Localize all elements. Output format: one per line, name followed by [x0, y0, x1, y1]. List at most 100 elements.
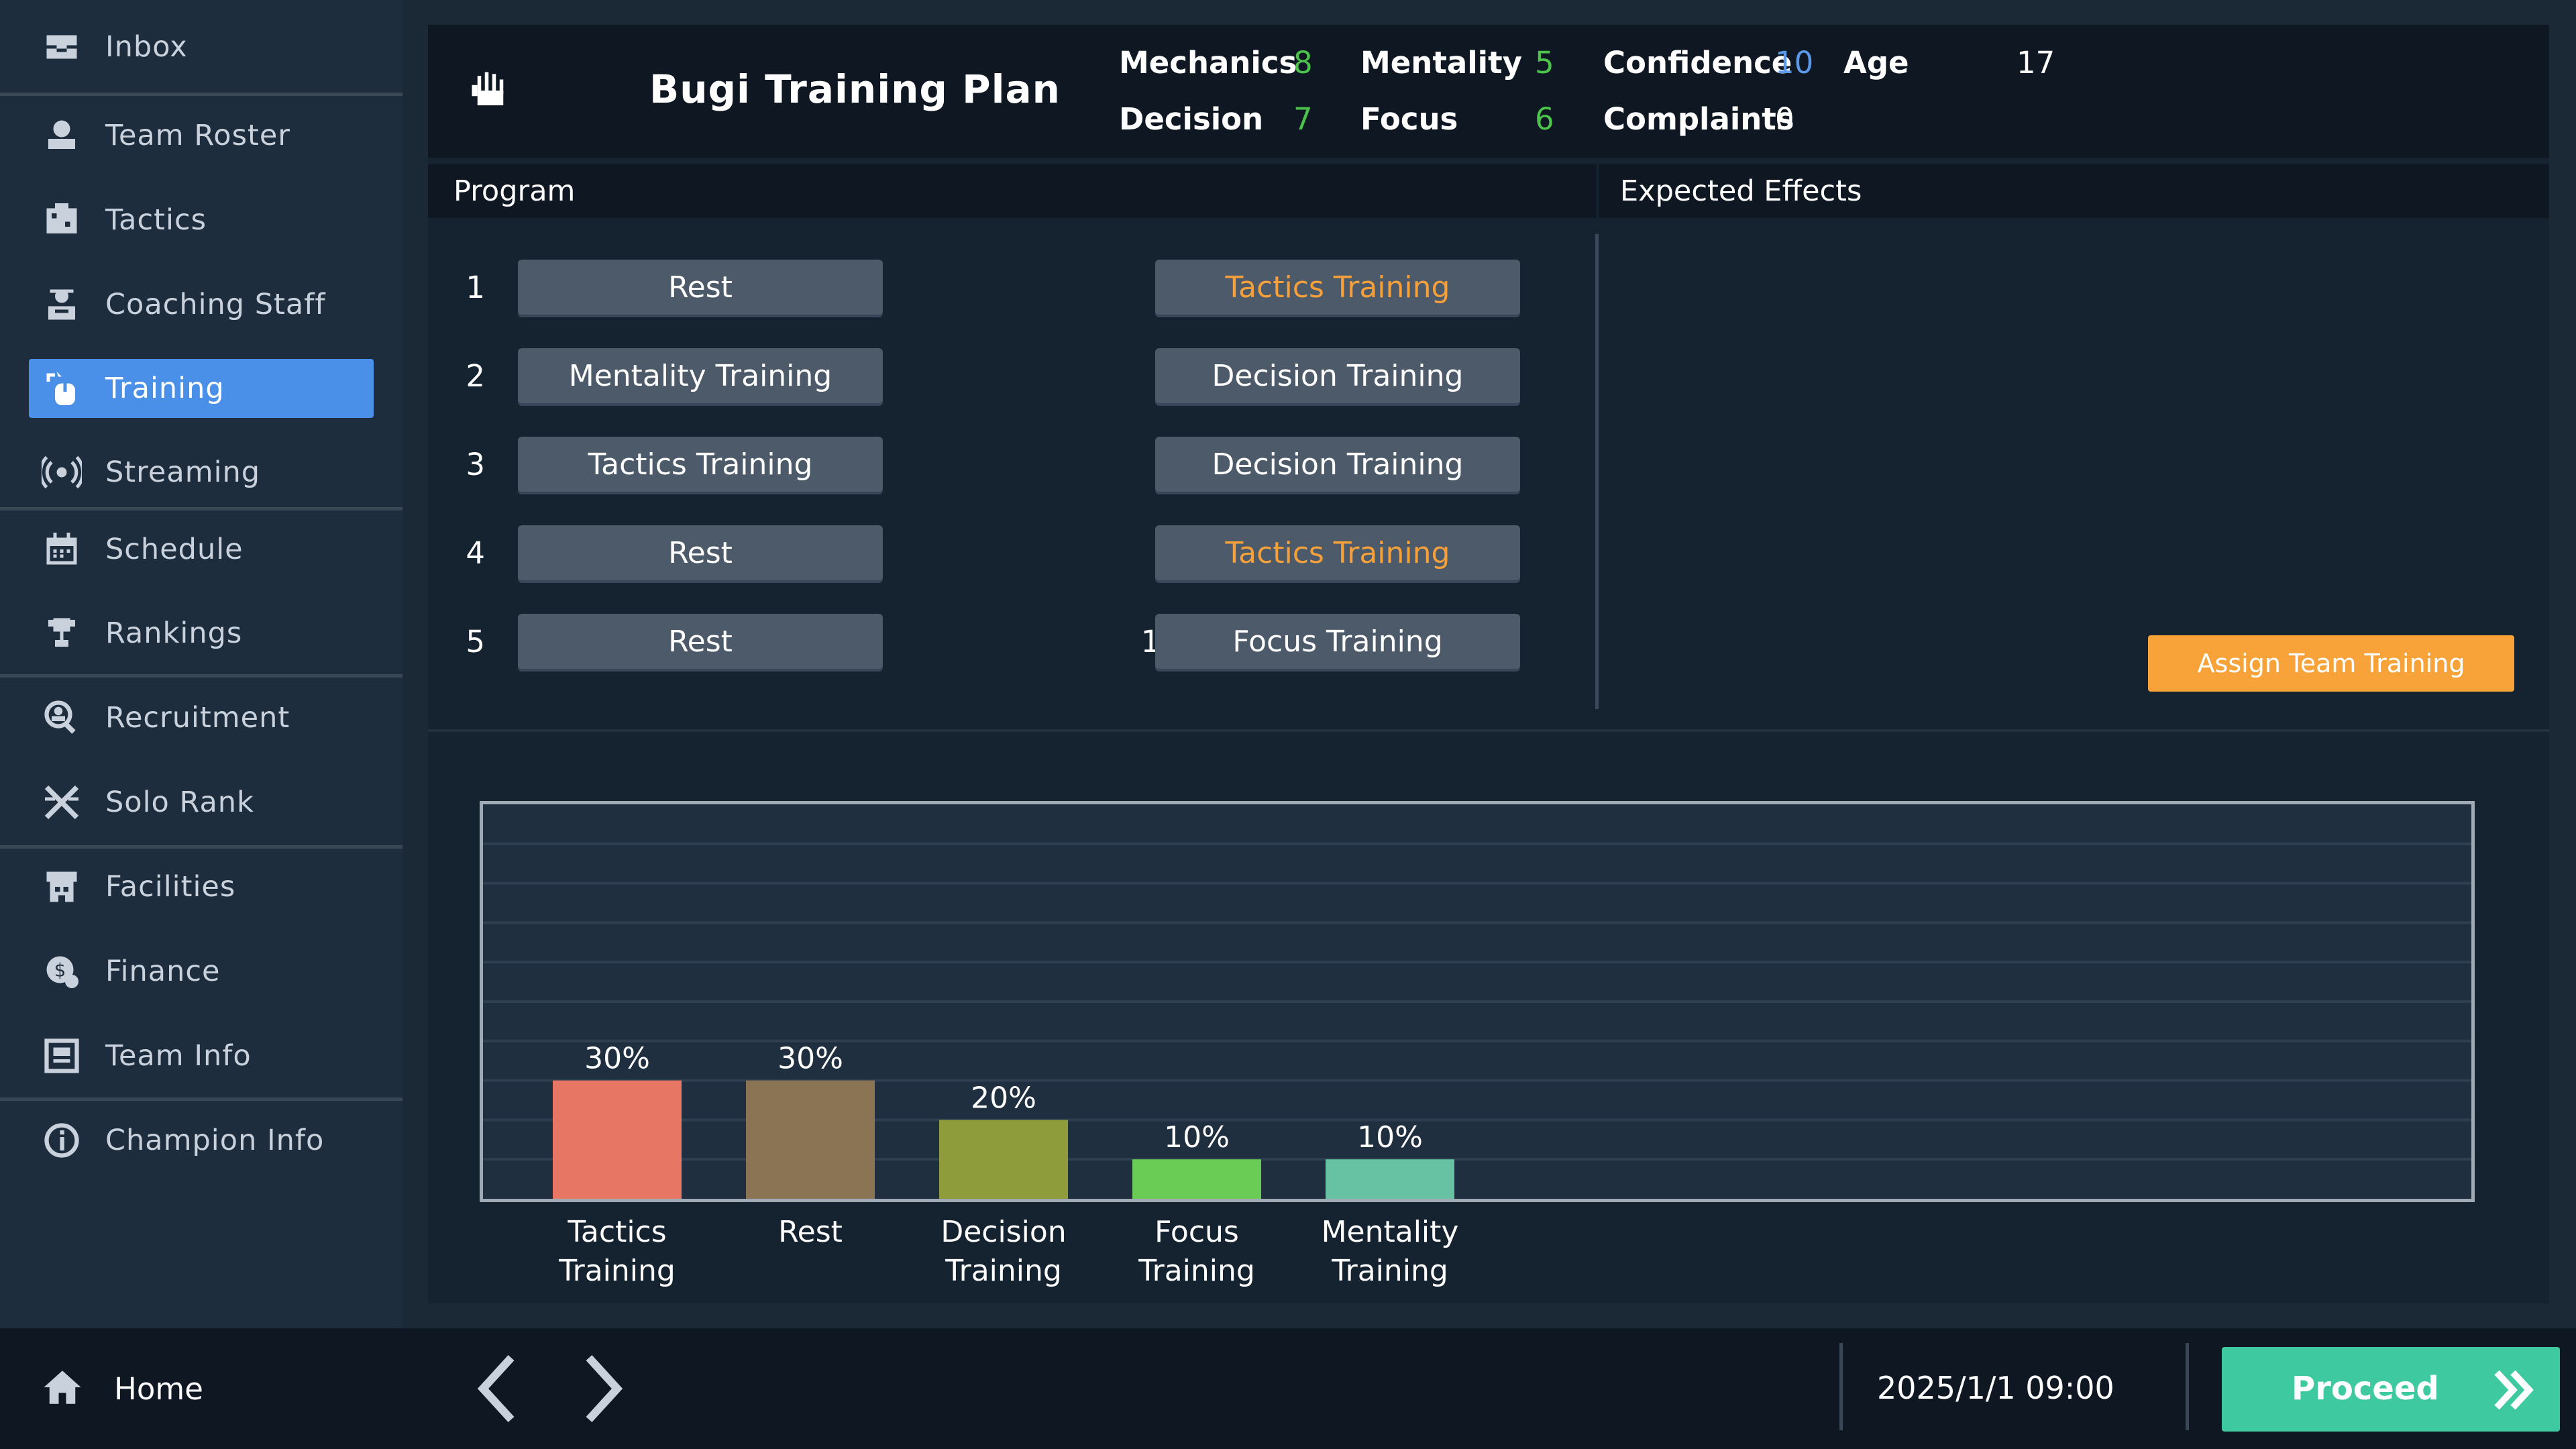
stat-decision-value: 7: [1293, 101, 1313, 137]
player-header: Bugi Training Plan Mechanics 8 Mentality…: [428, 25, 2549, 158]
sidebar-item-coaching-staff[interactable]: Coaching Staff: [29, 275, 374, 334]
training-distribution-chart: 30% 30% 20% 10% 10%: [480, 801, 2475, 1202]
slot-7-select[interactable]: Decision Training: [1155, 348, 1520, 403]
sidebar-item-label: Champion Info: [105, 1124, 325, 1157]
stat-focus-value: 6: [1535, 101, 1554, 137]
coach-icon: [41, 284, 83, 325]
stat-age-value: 17: [2017, 45, 2055, 80]
crossed-swords-icon: [41, 782, 83, 823]
sidebar-item-label: Training: [105, 372, 225, 405]
chart-data-label: 20%: [971, 1081, 1036, 1115]
stat-complaints-value: 0: [1775, 101, 1794, 137]
chevron-right-icon: [569, 1354, 636, 1432]
slot-1-select[interactable]: Rest: [518, 260, 883, 315]
stat-mentality-value: 5: [1535, 45, 1554, 80]
sidebar-item-schedule[interactable]: Schedule: [29, 520, 374, 579]
expected-effects-heading: Expected Effects: [1599, 164, 2549, 218]
game-datetime: 2025/1/1 09:00: [1877, 1370, 2114, 1406]
sidebar-item-facilities[interactable]: Facilities: [29, 857, 374, 916]
sidebar-item-label: Team Info: [105, 1039, 252, 1073]
chart-data-label: 10%: [1357, 1120, 1423, 1155]
home-icon: [40, 1365, 85, 1412]
chevron-left-icon: [464, 1354, 531, 1432]
slot-2-select[interactable]: Mentality Training: [518, 348, 883, 403]
stat-decision-label: Decision: [1119, 101, 1264, 137]
stat-focus-label: Focus: [1360, 101, 1458, 137]
chart-plot-area: 30% 30% 20% 10% 10%: [483, 842, 2471, 1199]
bottom-divider: [2186, 1343, 2189, 1430]
chart-category-label: Decision Training: [941, 1215, 1067, 1288]
chart-gridline: [483, 961, 2471, 964]
section-divider: [428, 729, 2549, 732]
sidebar-item-team-roster[interactable]: Team Roster: [29, 106, 374, 165]
stat-confidence-label: Confidence: [1603, 45, 1792, 80]
slot-4-select[interactable]: Rest: [518, 525, 883, 580]
chart-bar: [1132, 1159, 1261, 1199]
assign-team-training-button[interactable]: Assign Team Training: [2148, 635, 2514, 692]
sidebar-divider: [0, 845, 402, 849]
chart-bar: [553, 1080, 682, 1199]
search-person-icon: [41, 697, 83, 739]
chart-data-label: 10%: [1164, 1120, 1230, 1155]
sidebar-item-label: Finance: [105, 955, 221, 988]
broadcast-icon: [41, 451, 83, 493]
proceed-label: Proceed: [2292, 1370, 2439, 1407]
chart-data-label: 30%: [777, 1042, 843, 1076]
previous-button[interactable]: [464, 1348, 531, 1429]
stat-age-label: Age: [1843, 45, 1909, 80]
slot-5-select[interactable]: Rest: [518, 614, 883, 669]
sidebar-item-finance[interactable]: $ Finance: [29, 942, 374, 1001]
double-chevron-right-icon: [2490, 1366, 2538, 1414]
sidebar-item-champion-info[interactable]: Champion Info: [29, 1111, 374, 1170]
sidebar-item-label: Rankings: [105, 616, 243, 650]
sidebar-item-label: Coaching Staff: [105, 288, 326, 321]
home-button[interactable]: Home: [40, 1355, 203, 1422]
slot-3-select[interactable]: Tactics Training: [518, 437, 883, 492]
coin-icon: $: [41, 951, 83, 992]
sidebar-item-tactics[interactable]: Tactics: [29, 191, 374, 250]
mouse-icon: [41, 368, 83, 409]
sidebar-item-label: Streaming: [105, 455, 261, 489]
bottom-divider: [1839, 1343, 1843, 1430]
sidebar-item-streaming[interactable]: Streaming: [29, 443, 374, 502]
slot-number: 4: [466, 535, 485, 571]
building-icon: [41, 866, 83, 908]
slot-9-select[interactable]: Tactics Training: [1155, 525, 1520, 580]
sidebar-item-rankings[interactable]: Rankings: [29, 604, 374, 663]
slot-6-select[interactable]: Tactics Training: [1155, 260, 1520, 315]
sidebar-item-label: Solo Rank: [105, 786, 254, 819]
sidebar-item-label: Tactics: [105, 203, 207, 237]
slot-10-select[interactable]: Focus Training: [1155, 614, 1520, 669]
chart-gridline: [483, 1000, 2471, 1003]
stat-confidence-value: 10: [1775, 45, 1814, 80]
chart-data-label: 30%: [584, 1042, 650, 1076]
bottom-bar: Home 2025/1/1 09:00 Proceed: [0, 1328, 2576, 1449]
sidebar-item-training[interactable]: Training: [29, 359, 374, 418]
document-icon: [41, 1035, 83, 1077]
inbox-icon: [41, 26, 83, 68]
sidebar-item-recruitment[interactable]: Recruitment: [29, 688, 374, 747]
column-divider: [1595, 234, 1599, 709]
slot-8-select[interactable]: Decision Training: [1155, 437, 1520, 492]
slot-number: 5: [466, 624, 485, 659]
sidebar-item-label: Inbox: [105, 30, 188, 64]
info-icon: [41, 1120, 83, 1161]
chart-category-label: Focus Training: [1138, 1215, 1255, 1288]
program-heading: Program: [428, 164, 1597, 218]
sidebar: Inbox Team Roster Tactics Coaching Staff…: [0, 0, 402, 1328]
sidebar-divider: [0, 93, 402, 96]
page-title: Bugi Training Plan: [649, 66, 1061, 112]
tactics-board-icon: [41, 199, 83, 241]
sidebar-divider: [0, 674, 402, 678]
sidebar-item-inbox[interactable]: Inbox: [29, 17, 374, 76]
training-plan-panel: Bugi Training Plan Mechanics 8 Mentality…: [428, 25, 2549, 1303]
sidebar-item-solo-rank[interactable]: Solo Rank: [29, 773, 374, 832]
chart-category-label: Tactics Training: [559, 1215, 676, 1288]
stat-mechanics-value: 8: [1293, 45, 1313, 80]
trophy-icon: [41, 612, 83, 654]
stat-complaints-label: Complaints: [1603, 101, 1794, 137]
proceed-button[interactable]: Proceed: [2222, 1347, 2560, 1432]
next-button[interactable]: [569, 1348, 636, 1429]
sidebar-item-team-info[interactable]: Team Info: [29, 1026, 374, 1085]
sidebar-item-label: Schedule: [105, 533, 244, 566]
